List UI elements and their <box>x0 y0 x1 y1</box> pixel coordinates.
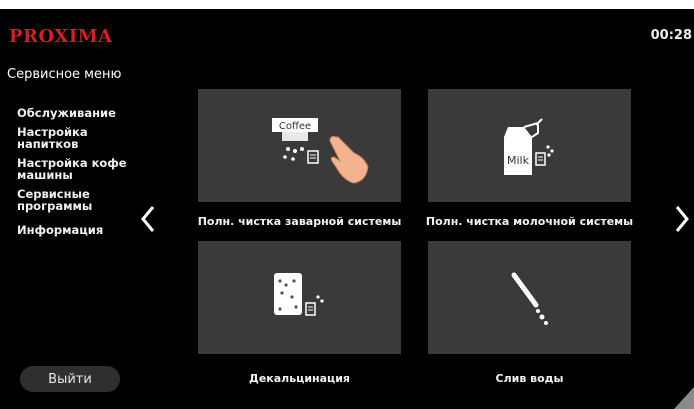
tile-water-drain[interactable] <box>428 241 631 354</box>
tile-brew-cleaning[interactable]: Coffee <box>198 89 401 202</box>
descaling-icon <box>274 273 324 316</box>
coffee-cleaning-icon: Coffee <box>272 118 369 184</box>
service-screen: PROXIMA 00:28 Сервисное меню Обслуживани… <box>0 9 694 409</box>
svg-text:Coffee: Coffee <box>279 121 311 132</box>
svg-text:Milk: Milk <box>507 154 530 167</box>
prev-page-button[interactable] <box>140 205 156 233</box>
tile-brew-cleaning-label: Полн. чистка заварной системы <box>197 215 402 228</box>
exit-button[interactable]: Выйти <box>20 366 120 392</box>
sidebar-item-drinks-settings[interactable]: Настройка напитков <box>17 126 137 150</box>
tile-milk-cleaning[interactable]: Milk <box>428 89 631 202</box>
sidebar-item-maintenance[interactable]: Обслуживание <box>17 107 137 119</box>
tile-milk-cleaning-label: Полн. чистка молочной системы <box>425 215 634 228</box>
chevron-right-icon <box>675 206 689 232</box>
sidebar-item-machine-settings[interactable]: Настройка кофе машины <box>17 157 137 181</box>
sidebar-item-service-programs[interactable]: Сервисные программы <box>17 188 137 212</box>
tile-descaling[interactable] <box>198 241 401 354</box>
tile-descaling-label: Декальцинация <box>249 372 350 385</box>
chevron-left-icon <box>141 206 155 232</box>
menu-title: Сервисное меню <box>7 67 122 82</box>
tile-water-drain-label: Слив воды <box>495 372 564 385</box>
water-drain-icon <box>511 272 548 325</box>
brand-logo: PROXIMA <box>9 26 113 47</box>
next-page-button[interactable] <box>674 205 690 233</box>
sidebar-item-information[interactable]: Информация <box>17 224 137 236</box>
clock: 00:28 <box>650 28 692 43</box>
page-curl-icon <box>674 387 694 409</box>
milk-cleaning-icon: Milk <box>504 118 554 175</box>
